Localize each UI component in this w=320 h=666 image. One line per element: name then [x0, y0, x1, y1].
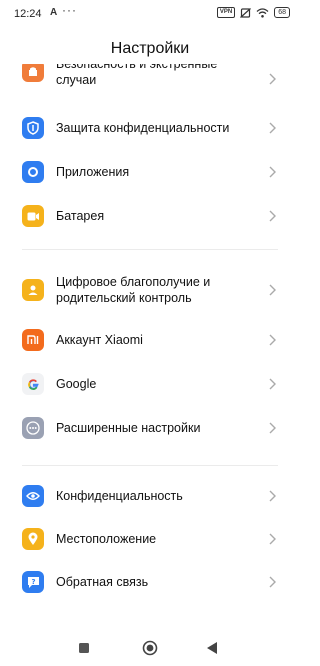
no-sim-icon [240, 7, 252, 18]
chevron-right-icon [269, 73, 276, 85]
privacy-shield-icon [22, 117, 44, 139]
google-icon [22, 373, 44, 395]
settings-item-label: Расширенные настройки [56, 421, 201, 435]
chevron-right-icon [269, 284, 276, 296]
xiaomi-logo-icon [22, 329, 44, 351]
settings-item-label: Обратная связь [56, 575, 149, 589]
circle-icon [142, 640, 158, 656]
square-icon [79, 643, 89, 653]
chevron-right-icon [269, 122, 276, 134]
feedback-icon: ? [22, 571, 44, 593]
battery-indicator: 68 [274, 7, 290, 18]
settings-item-label: Защита конфиденциальности [56, 121, 230, 135]
status-bar: 12:24 A ··· VPN 68 [0, 0, 300, 28]
settings-item-label: Местоположение [56, 532, 157, 546]
chevron-right-icon [269, 378, 276, 390]
settings-item-feedback[interactable]: ? Обратная связь [0, 563, 300, 603]
chevron-right-icon [269, 490, 276, 502]
svg-text:?: ? [31, 577, 35, 585]
chevron-right-icon [269, 576, 276, 588]
settings-item-label: Конфиденциальность [56, 489, 183, 503]
settings-item-security[interactable]: Безопасность и экстренные случаи [0, 64, 300, 96]
location-icon [22, 528, 44, 550]
chevron-right-icon [269, 334, 276, 346]
back-button[interactable] [192, 630, 232, 666]
settings-item-advanced[interactable]: Расширенные настройки [0, 408, 300, 448]
settings-item-digital-wellbeing[interactable]: Цифровое благополучие и родительский кон… [0, 270, 300, 310]
settings-item-battery[interactable]: Батарея [0, 196, 300, 236]
navigation-bar [0, 630, 300, 666]
status-time: 12:24 [14, 8, 42, 20]
settings-item-google[interactable]: Google [0, 364, 300, 404]
chevron-right-icon [269, 422, 276, 434]
settings-item-label: Безопасность и экстренные случаи [56, 64, 218, 87]
chevron-right-icon [269, 166, 276, 178]
section-divider [22, 249, 278, 250]
wifi-icon [256, 7, 269, 18]
vpn-badge: VPN [216, 7, 236, 18]
page-title: Настройки [110, 40, 190, 57]
section-divider [22, 465, 278, 466]
settings-item-label: Приложения [56, 165, 130, 179]
more-settings-icon [22, 417, 44, 439]
settings-item-label: Google [56, 377, 97, 391]
apps-icon [22, 161, 44, 183]
chevron-right-icon [269, 533, 276, 545]
battery-icon [22, 205, 44, 227]
chevron-right-icon [269, 210, 276, 222]
recents-button[interactable] [64, 630, 104, 666]
settings-item-confidentiality[interactable]: Конфиденциальность [0, 476, 300, 516]
settings-item-label: Цифровое благополучие и родительский кон… [56, 275, 211, 305]
settings-item-label: Батарея [56, 209, 105, 223]
settings-item-location[interactable]: Местоположение [0, 520, 300, 560]
notification-icon: A [50, 7, 58, 18]
status-right: VPN 68 [216, 7, 290, 18]
more-notifications-icon: ··· [62, 3, 77, 17]
wellbeing-icon [22, 279, 44, 301]
settings-item-label: Аккаунт Xiaomi [56, 333, 143, 347]
settings-item-privacy-protection[interactable]: Защита конфиденциальности [0, 108, 300, 148]
eye-icon [22, 485, 44, 507]
settings-item-apps[interactable]: Приложения [0, 152, 300, 192]
settings-item-xiaomi-account[interactable]: Аккаунт Xiaomi [0, 321, 300, 361]
triangle-back-icon [207, 642, 217, 654]
settings-list[interactable]: Безопасность и экстренные случаи Защита … [0, 64, 300, 612]
home-button[interactable] [130, 630, 170, 666]
security-icon [22, 64, 44, 82]
